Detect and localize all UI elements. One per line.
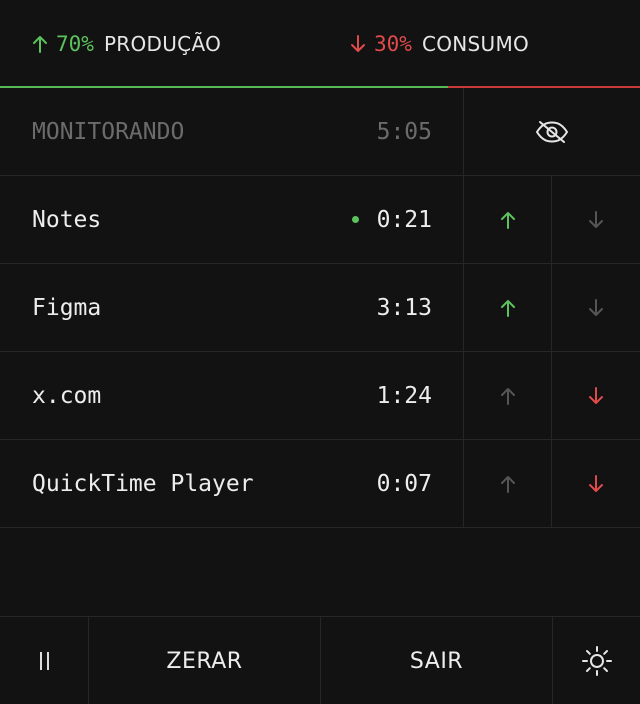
- production-label: PRODUÇÃO: [103, 32, 222, 56]
- arrow-up-icon: [500, 300, 515, 317]
- production-percent: 70%: [56, 32, 94, 56]
- mark-production-button[interactable]: [463, 176, 551, 264]
- monitoring-time: 5:05: [376, 119, 432, 145]
- reset-button[interactable]: ZERAR: [88, 617, 320, 704]
- app-name: Notes: [32, 207, 102, 233]
- mark-production-button[interactable]: [463, 264, 551, 352]
- eye-off-icon: [535, 121, 569, 143]
- mark-production-button[interactable]: [463, 352, 551, 440]
- header: 70% PRODUÇÃO 30% CONSUMO: [0, 0, 640, 88]
- arrow-down-icon: [589, 475, 603, 492]
- arrow-down-icon: [589, 299, 603, 316]
- consumption-label: CONSUMO: [421, 32, 530, 56]
- production-stat: 70% PRODUÇÃO: [32, 0, 221, 88]
- app-time: 0:07: [376, 471, 432, 497]
- quit-button[interactable]: SAIR: [320, 617, 552, 704]
- mark-consumption-button[interactable]: [551, 440, 640, 528]
- app-row: Figma 3:13: [0, 264, 640, 352]
- consumption-percent: 30%: [374, 32, 412, 56]
- app-row: x.com 1:24: [0, 352, 640, 440]
- monitoring-row: MONITORANDO 5:05: [0, 88, 640, 176]
- pause-icon: [39, 652, 49, 670]
- app-name: Figma: [32, 295, 102, 321]
- mark-consumption-button[interactable]: [551, 352, 640, 440]
- hide-toggle-button[interactable]: [463, 88, 640, 176]
- app-time: 0:21: [376, 207, 432, 233]
- arrow-down-icon: [589, 387, 603, 404]
- sun-icon: [581, 646, 612, 676]
- mark-consumption-button[interactable]: [551, 264, 640, 352]
- arrow-up-icon: [33, 36, 47, 53]
- app-row: Notes 0:21: [0, 176, 640, 264]
- app-row: QuickTime Player 0:07: [0, 440, 640, 528]
- mark-production-button[interactable]: [463, 440, 551, 528]
- arrow-up-icon: [500, 476, 515, 493]
- footer: ZERAR SAIR: [0, 616, 640, 704]
- app-name: QuickTime Player: [32, 471, 254, 497]
- mark-consumption-button[interactable]: [551, 176, 640, 264]
- arrow-up-icon: [500, 388, 515, 405]
- arrow-down-icon: [351, 35, 365, 52]
- app-time: 3:13: [376, 295, 432, 321]
- pause-button[interactable]: [0, 617, 88, 704]
- arrow-up-icon: [500, 212, 515, 229]
- app-name: x.com: [32, 383, 102, 409]
- app-window: 70% PRODUÇÃO 30% CONSUMO MONITORANDO 5:0…: [0, 0, 640, 704]
- monitoring-label: MONITORANDO: [32, 119, 185, 145]
- theme-toggle-button[interactable]: [552, 617, 640, 704]
- active-indicator-dot: [352, 216, 359, 223]
- consumption-stat: 30% CONSUMO: [350, 0, 529, 88]
- app-time: 1:24: [376, 383, 432, 409]
- arrow-down-icon: [589, 211, 603, 228]
